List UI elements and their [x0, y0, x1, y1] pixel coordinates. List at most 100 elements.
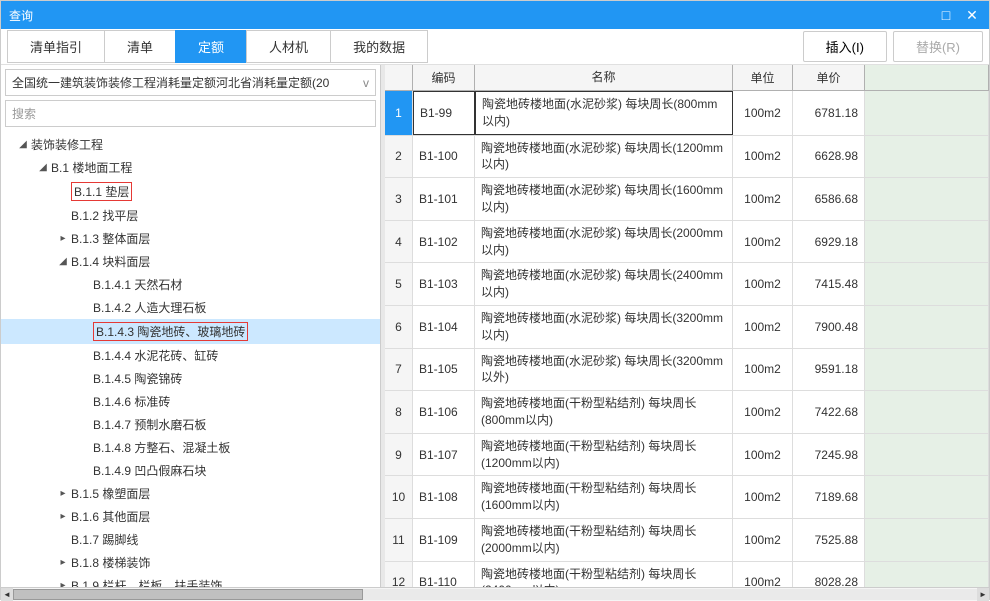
- grid-body[interactable]: 1B1-99陶瓷地砖楼地面(水泥砂浆) 每块周长(800mm以内)100m267…: [385, 91, 989, 587]
- cell-code: B1-99: [413, 91, 475, 135]
- cell-unit: 100m2: [733, 519, 793, 561]
- cell-name: 陶瓷地砖楼地面(水泥砂浆) 每块周长(2400mm以内): [475, 263, 733, 305]
- tree-node[interactable]: B.1.4.4 水泥花砖、缸砖: [1, 344, 380, 367]
- tree-node[interactable]: ◢B.1 楼地面工程: [1, 156, 380, 179]
- chevron-right-icon[interactable]: ▸: [57, 511, 69, 522]
- tab-1[interactable]: 清单: [104, 30, 175, 63]
- chevron-right-icon[interactable]: ▸: [57, 557, 69, 568]
- cell-code: B1-110: [413, 562, 475, 587]
- cell-price: 9591.18: [793, 349, 865, 391]
- table-row[interactable]: 6B1-104陶瓷地砖楼地面(水泥砂浆) 每块周长(3200mm以内)100m2…: [385, 306, 989, 349]
- titlebar: 查询 □ ✕: [1, 1, 989, 29]
- scroll-thumb[interactable]: [13, 589, 363, 600]
- col-header-code[interactable]: 编码: [413, 65, 475, 90]
- horizontal-scrollbar[interactable]: ◄ ►: [1, 587, 989, 601]
- cell-name: 陶瓷地砖楼地面(水泥砂浆) 每块周长(3200mm以外): [475, 349, 733, 391]
- table-row[interactable]: 12B1-110陶瓷地砖楼地面(干粉型粘结剂) 每块周长(2400mm以内)10…: [385, 562, 989, 587]
- tree-label: B.1.4.9 凹凸假麻石块: [93, 462, 206, 479]
- minimize-icon[interactable]: □: [937, 6, 955, 24]
- collapse-icon[interactable]: ◢: [37, 162, 49, 173]
- cell-name: 陶瓷地砖楼地面(干粉型粘结剂) 每块周长(2400mm以内): [475, 562, 733, 587]
- chevron-right-icon[interactable]: ▸: [57, 488, 69, 499]
- cell-n: 7: [385, 349, 413, 391]
- tree-label: B.1.8 楼梯装饰: [71, 554, 150, 571]
- table-row[interactable]: 2B1-100陶瓷地砖楼地面(水泥砂浆) 每块周长(1200mm以内)100m2…: [385, 136, 989, 179]
- tree-node[interactable]: ▸B.1.8 楼梯装饰: [1, 551, 380, 574]
- table-row[interactable]: 1B1-99陶瓷地砖楼地面(水泥砂浆) 每块周长(800mm以内)100m267…: [385, 91, 989, 136]
- cell-unit: 100m2: [733, 221, 793, 263]
- cell-code: B1-103: [413, 263, 475, 305]
- cell-unit: 100m2: [733, 391, 793, 433]
- col-header-name[interactable]: 名称: [475, 65, 733, 90]
- collapse-icon[interactable]: ◢: [17, 139, 29, 150]
- cell-unit: 100m2: [733, 136, 793, 178]
- col-header-unit[interactable]: 单位: [733, 65, 793, 90]
- tree-node[interactable]: B.1.4.9 凹凸假麻石块: [1, 459, 380, 482]
- tree-node[interactable]: B.1.2 找平层: [1, 204, 380, 227]
- tree-node[interactable]: ◢B.1.4 块料面层: [1, 250, 380, 273]
- table-row[interactable]: 7B1-105陶瓷地砖楼地面(水泥砂浆) 每块周长(3200mm以外)100m2…: [385, 349, 989, 392]
- scroll-right-icon[interactable]: ►: [977, 588, 989, 601]
- tree-node[interactable]: B.1.4.2 人造大理石板: [1, 296, 380, 319]
- cell-name: 陶瓷地砖楼地面(水泥砂浆) 每块周长(3200mm以内): [475, 306, 733, 348]
- close-icon[interactable]: ✕: [963, 6, 981, 24]
- tree-node[interactable]: ◢装饰装修工程: [1, 133, 380, 156]
- chevron-right-icon[interactable]: ▸: [57, 580, 69, 587]
- insert-button[interactable]: 插入(I): [803, 31, 887, 62]
- search-input[interactable]: 搜索: [5, 100, 376, 127]
- table-row[interactable]: 11B1-109陶瓷地砖楼地面(干粉型粘结剂) 每块周长(2000mm以内)10…: [385, 519, 989, 562]
- cell-n: 3: [385, 178, 413, 220]
- tab-0[interactable]: 清单指引: [7, 30, 104, 63]
- tree: ◢装饰装修工程◢B.1 楼地面工程B.1.1 垫层B.1.2 找平层▸B.1.3…: [1, 131, 380, 587]
- toolbar: 清单指引清单定额人材机我的数据 插入(I) 替换(R): [1, 29, 989, 65]
- tab-2[interactable]: 定额: [175, 30, 246, 63]
- tree-label: B.1.9 栏杆、栏板、扶手装饰: [71, 577, 222, 587]
- left-panel: 全国统一建筑装饰装修工程消耗量定额河北省消耗量定额(20 v 搜索 ◢装饰装修工…: [1, 65, 381, 587]
- replace-button[interactable]: 替换(R): [893, 31, 983, 62]
- table-row[interactable]: 4B1-102陶瓷地砖楼地面(水泥砂浆) 每块周长(2000mm以内)100m2…: [385, 221, 989, 264]
- tree-node[interactable]: B.1.4.8 方整石、混凝土板: [1, 436, 380, 459]
- tree-node[interactable]: B.1.4.6 标准砖: [1, 390, 380, 413]
- cell-price: 7422.68: [793, 391, 865, 433]
- table-row[interactable]: 5B1-103陶瓷地砖楼地面(水泥砂浆) 每块周长(2400mm以内)100m2…: [385, 263, 989, 306]
- table-row[interactable]: 8B1-106陶瓷地砖楼地面(干粉型粘结剂) 每块周长(800mm以内)100m…: [385, 391, 989, 434]
- table-row[interactable]: 9B1-107陶瓷地砖楼地面(干粉型粘结剂) 每块周长(1200mm以内)100…: [385, 434, 989, 477]
- cell-price: 6628.98: [793, 136, 865, 178]
- tree-node[interactable]: ▸B.1.5 橡塑面层: [1, 482, 380, 505]
- cell-name: 陶瓷地砖楼地面(干粉型粘结剂) 每块周长(800mm以内): [475, 391, 733, 433]
- tree-node[interactable]: ▸B.1.6 其他面层: [1, 505, 380, 528]
- cell-name: 陶瓷地砖楼地面(干粉型粘结剂) 每块周长(1200mm以内): [475, 434, 733, 476]
- tree-node[interactable]: ▸B.1.9 栏杆、栏板、扶手装饰: [1, 574, 380, 587]
- cell-unit: 100m2: [733, 476, 793, 518]
- cell-unit: 100m2: [733, 178, 793, 220]
- tree-node[interactable]: B.1.7 踢脚线: [1, 528, 380, 551]
- table-row[interactable]: 10B1-108陶瓷地砖楼地面(干粉型粘结剂) 每块周长(1600mm以内)10…: [385, 476, 989, 519]
- tree-label: B.1.4.8 方整石、混凝土板: [93, 439, 230, 456]
- tree-node[interactable]: B.1.4.3 陶瓷地砖、玻璃地砖: [1, 319, 380, 344]
- cell-n: 11: [385, 519, 413, 561]
- tree-node[interactable]: B.1.4.7 预制水磨石板: [1, 413, 380, 436]
- cell-name: 陶瓷地砖楼地面(水泥砂浆) 每块周长(1200mm以内): [475, 136, 733, 178]
- col-header-num: [385, 65, 413, 90]
- scroll-left-icon[interactable]: ◄: [1, 588, 13, 601]
- tree-node[interactable]: B.1.1 垫层: [1, 179, 380, 204]
- tab-4[interactable]: 我的数据: [330, 30, 428, 63]
- col-header-price[interactable]: 单价: [793, 65, 865, 90]
- cell-n: 9: [385, 434, 413, 476]
- tree-node[interactable]: B.1.4.5 陶瓷锦砖: [1, 367, 380, 390]
- table-row[interactable]: 3B1-101陶瓷地砖楼地面(水泥砂浆) 每块周长(1600mm以内)100m2…: [385, 178, 989, 221]
- cell-unit: 100m2: [733, 306, 793, 348]
- tree-label: B.1.6 其他面层: [71, 508, 150, 525]
- catalog-dropdown[interactable]: 全国统一建筑装饰装修工程消耗量定额河北省消耗量定额(20 v: [5, 69, 376, 96]
- tree-node[interactable]: ▸B.1.3 整体面层: [1, 227, 380, 250]
- cell-code: B1-105: [413, 349, 475, 391]
- cell-price: 7189.68: [793, 476, 865, 518]
- tree-label: B.1.4.2 人造大理石板: [93, 299, 206, 316]
- chevron-right-icon[interactable]: ▸: [57, 233, 69, 244]
- collapse-icon[interactable]: ◢: [57, 256, 69, 267]
- cell-code: B1-100: [413, 136, 475, 178]
- tree-node[interactable]: B.1.4.1 天然石材: [1, 273, 380, 296]
- tree-label: 装饰装修工程: [31, 136, 103, 153]
- tree-label: B.1.7 踢脚线: [71, 531, 138, 548]
- tab-3[interactable]: 人材机: [246, 30, 330, 63]
